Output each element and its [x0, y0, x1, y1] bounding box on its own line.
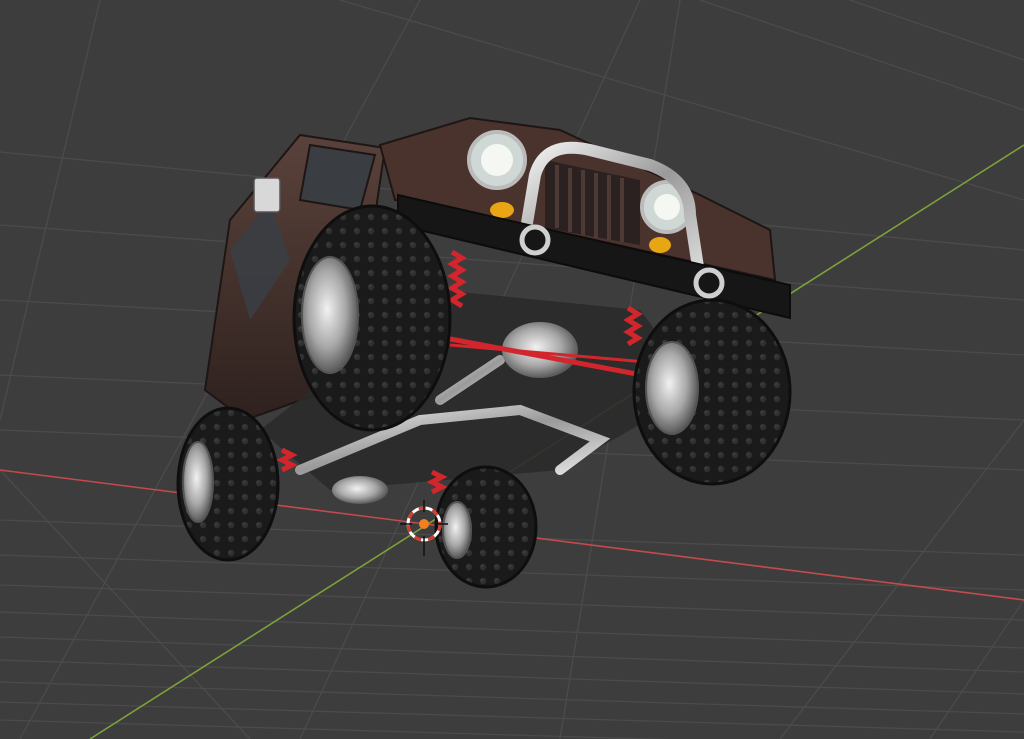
side-mirror — [253, 177, 281, 213]
wheel-front-left — [292, 204, 452, 432]
3d-cursor-center — [419, 519, 429, 529]
wheel-rear-right — [434, 465, 538, 589]
wheel-rear-left — [176, 406, 280, 562]
indicator-left — [490, 202, 514, 218]
wheel-front-right — [632, 298, 792, 486]
jeep-model[interactable] — [176, 116, 792, 589]
3d-viewport[interactable] — [0, 0, 1024, 739]
indicator-right — [649, 237, 671, 253]
viewport-canvas[interactable] — [0, 0, 1024, 739]
